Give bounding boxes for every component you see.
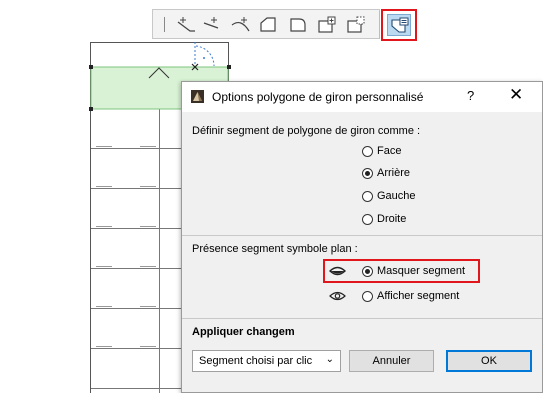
apply-mode-select[interactable]: Segment choisi par clic ⌄ [192,350,341,372]
arc-edge-icon[interactable] [229,14,251,36]
help-button[interactable]: ? [467,88,474,103]
radio-gauche[interactable]: Gauche [362,188,416,204]
radio-masquer-segment[interactable]: Masquer segment [362,263,465,279]
custom-tread-polygon-options-dialog: Options polygone de giron personnalisé ?… [181,81,543,393]
radio-label: Afficher segment [377,290,460,302]
radio-label: Gauche [377,190,416,202]
radio-button[interactable] [362,167,373,179]
dialog-title: Options polygone de giron personnalisé [212,90,424,104]
radio-label: Face [377,145,402,157]
toolbar-separator [164,17,165,32]
edge-add-point-icon[interactable] [175,14,197,36]
ok-button[interactable]: OK [446,350,532,372]
cancel-button[interactable]: Annuler [349,350,434,372]
symbol-section-label: Présence segment symbole plan : [192,243,358,255]
add-polygon-icon[interactable] [316,14,338,36]
polygon-edit-toolbar [152,9,380,39]
radio-afficher-segment[interactable]: Afficher segment [362,288,459,304]
radio-button[interactable] [362,290,373,302]
dialog-titlebar: Options polygone de giron personnalisé ?… [182,82,542,112]
chamfer-corner-icon[interactable] [257,14,279,36]
radio-button[interactable] [362,145,373,157]
radio-arriere[interactable]: Arrière [362,165,410,181]
divider [182,318,542,319]
close-button[interactable]: ✕ [509,86,523,104]
radio-label: Arrière [377,167,411,179]
toolbar-separator [379,11,380,39]
offset-polygon-icon[interactable] [287,14,309,36]
custom-tread-polygon-icon[interactable] [387,14,411,36]
subtract-polygon-icon[interactable] [345,14,367,36]
radio-label: Droite [377,213,407,225]
radio-button[interactable] [362,213,373,225]
app-icon [191,90,204,103]
eye-icon [329,291,346,301]
radio-label: Masquer segment [377,265,466,277]
divider [182,235,542,236]
segment-section-label: Définir segment de polygone de giron com… [192,125,421,137]
select-value: Segment choisi par clic [199,355,313,367]
radio-button[interactable] [362,265,373,277]
radio-face[interactable]: Face [362,143,401,159]
chevron-down-icon: ⌄ [325,354,334,365]
radio-button[interactable] [362,190,373,202]
apply-changes-label: Appliquer changem [192,326,295,338]
edge-add-point-alt-icon[interactable] [201,14,223,36]
custom-tread-highlight [381,9,417,41]
hidden-eye-icon [329,266,346,276]
radio-droite[interactable]: Droite [362,211,406,227]
